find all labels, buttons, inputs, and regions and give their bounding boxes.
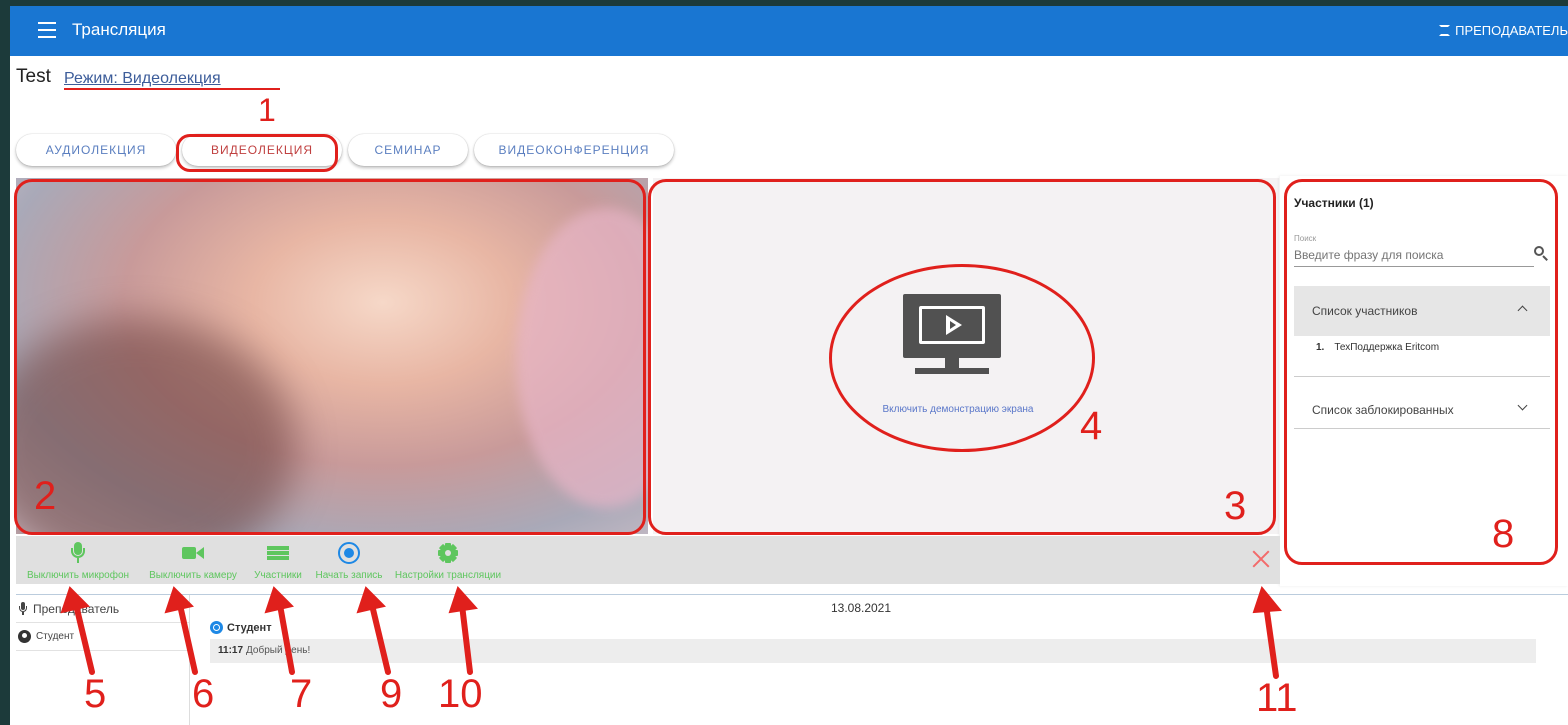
- gear-icon: [436, 542, 460, 564]
- participants-button[interactable]: Участники: [248, 536, 308, 584]
- close-icon[interactable]: [1252, 550, 1270, 568]
- app-title: Трансляция: [72, 20, 166, 39]
- mode-tabs: АУДИОЛЕКЦИЯ ВИДЕОЛЕКЦИЯ СЕМИНАР ВИДЕОКОН…: [16, 134, 674, 166]
- role-button[interactable]: ПРЕПОДАВАТЕЛЬ: [1439, 23, 1568, 38]
- tab-seminar[interactable]: СЕМИНАР: [348, 134, 468, 166]
- camera-video: [16, 178, 648, 534]
- stream-toolbar: Выключить микрофон Выключить камеру Учас…: [16, 536, 1280, 584]
- chevron-up-icon: [1517, 305, 1528, 316]
- annotation-underline: [64, 88, 280, 90]
- screen-share-panel[interactable]: Включить демонстрацию экрана: [653, 178, 1279, 534]
- sidebar-item-teacher[interactable]: Преподаватель: [16, 595, 189, 623]
- settings-label: Настройки трансляции: [394, 570, 502, 581]
- sidebar-item-student[interactable]: Студент: [16, 623, 189, 651]
- screen-share-label[interactable]: Включить демонстрацию экрана: [645, 404, 1271, 415]
- record-label: Начать запись: [315, 570, 383, 581]
- page-title: Test: [16, 66, 51, 87]
- app-window: Трансляция ПРЕПОДАВАТЕЛЬ Test Режим: Вид…: [10, 6, 1568, 725]
- screen-share-icon[interactable]: [903, 294, 1001, 358]
- mic-button[interactable]: Выключить микрофон: [20, 536, 136, 584]
- sidebar-item-label: Преподаватель: [33, 601, 120, 616]
- divider: [1294, 376, 1550, 377]
- divider: [1294, 428, 1550, 429]
- camera-icon: [181, 542, 205, 564]
- chat-time: 11:17: [218, 645, 244, 656]
- menu-icon[interactable]: [38, 22, 56, 38]
- tab-audiolecture[interactable]: АУДИОЛЕКЦИЯ: [16, 134, 176, 166]
- list-icon: [266, 542, 290, 564]
- blocked-list-label: Список заблокированных: [1312, 403, 1454, 417]
- search-icon[interactable]: [1534, 246, 1548, 261]
- role-label: ПРЕПОДАВАТЕЛЬ: [1455, 23, 1568, 38]
- camera-button[interactable]: Выключить камеру: [144, 536, 242, 584]
- fullscreen-icon: [1439, 25, 1451, 36]
- chat-messages: 13.08.2021 Студент 11:17 Добрый день!: [194, 595, 1568, 725]
- search-label: Поиск: [1294, 234, 1317, 243]
- chat-author: Студент: [210, 621, 272, 634]
- sidebar-item-label: Студент: [36, 631, 75, 642]
- chat-date: 13.08.2021: [830, 601, 892, 615]
- chat-message: 11:17 Добрый день!: [210, 639, 1536, 663]
- list-item[interactable]: 1. ТехПоддержка Eritcom: [1316, 342, 1439, 353]
- participants-label: Участники: [254, 570, 302, 581]
- user-icon: [18, 630, 31, 643]
- app-bar: Трансляция ПРЕПОДАВАТЕЛЬ: [10, 6, 1568, 56]
- record-icon: [337, 542, 361, 564]
- microphone-icon: [18, 602, 28, 615]
- participants-list-label: Список участников: [1312, 304, 1418, 318]
- chat-sidebar: Преподаватель Студент: [16, 595, 190, 725]
- participants-list-header[interactable]: Список участников: [1294, 286, 1550, 336]
- camera-label: Выключить камеру: [149, 570, 237, 581]
- member-name: ТехПоддержка Eritcom: [1334, 342, 1440, 353]
- mic-label: Выключить микрофон: [26, 570, 130, 581]
- mode-label: Режим: Видеолекция: [64, 70, 221, 87]
- microphone-icon: [66, 542, 90, 564]
- chevron-down-icon: [1517, 400, 1528, 411]
- blocked-list-header[interactable]: Список заблокированных: [1294, 390, 1550, 428]
- settings-button[interactable]: Настройки трансляции: [390, 536, 506, 584]
- search-input[interactable]: [1294, 246, 1534, 267]
- record-button[interactable]: Начать запись: [312, 536, 386, 584]
- participants-title: Участники (1): [1294, 196, 1374, 210]
- chat-area: Преподаватель Студент 13.08.2021 Студент…: [16, 594, 1568, 725]
- chat-text: Добрый день!: [246, 645, 311, 656]
- avatar-icon: [210, 621, 223, 634]
- tab-videoconference[interactable]: ВИДЕОКОНФЕРЕНЦИЯ: [474, 134, 674, 166]
- tab-videolecture[interactable]: ВИДЕОЛЕКЦИЯ: [182, 134, 342, 166]
- chat-author-name: Студент: [227, 621, 272, 634]
- participants-panel: Участники (1) Поиск Список участников 1.…: [1280, 176, 1568, 586]
- member-index: 1.: [1316, 342, 1325, 353]
